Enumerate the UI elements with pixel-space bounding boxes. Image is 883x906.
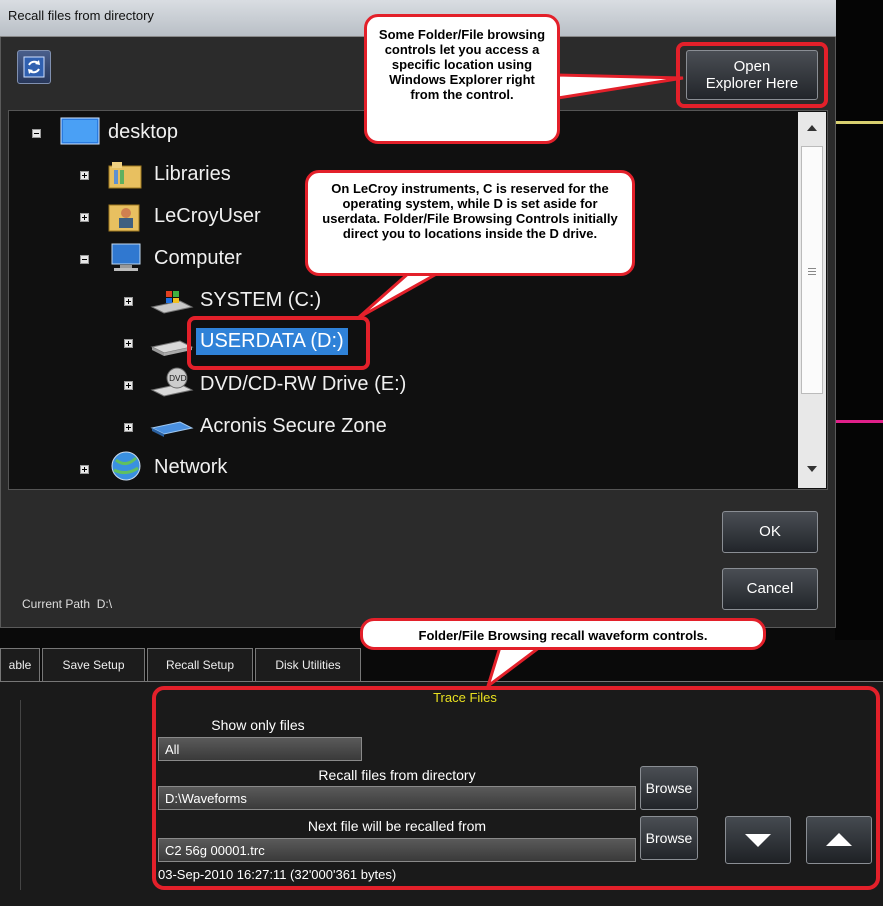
recall-callout-tail: [485, 645, 545, 690]
explorer-callout: Some Folder/File browsing controls let y…: [364, 14, 560, 144]
recall-callout: Folder/File Browsing recall waveform con…: [360, 618, 766, 650]
userdata-highlight: [187, 316, 370, 370]
explorer-callout-tail: [556, 73, 684, 100]
explorer-button-highlight: [676, 42, 828, 108]
drives-callout: On LeCroy instruments, C is reserved for…: [305, 170, 635, 276]
drives-callout-tail: [357, 270, 446, 320]
